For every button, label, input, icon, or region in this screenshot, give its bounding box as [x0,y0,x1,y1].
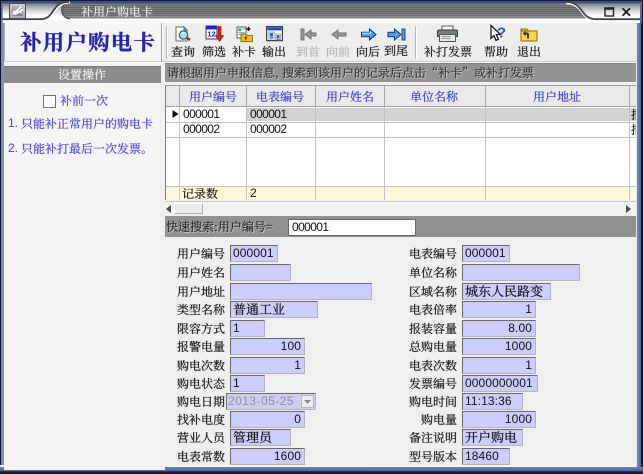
svg-text:12: 12 [207,30,215,39]
